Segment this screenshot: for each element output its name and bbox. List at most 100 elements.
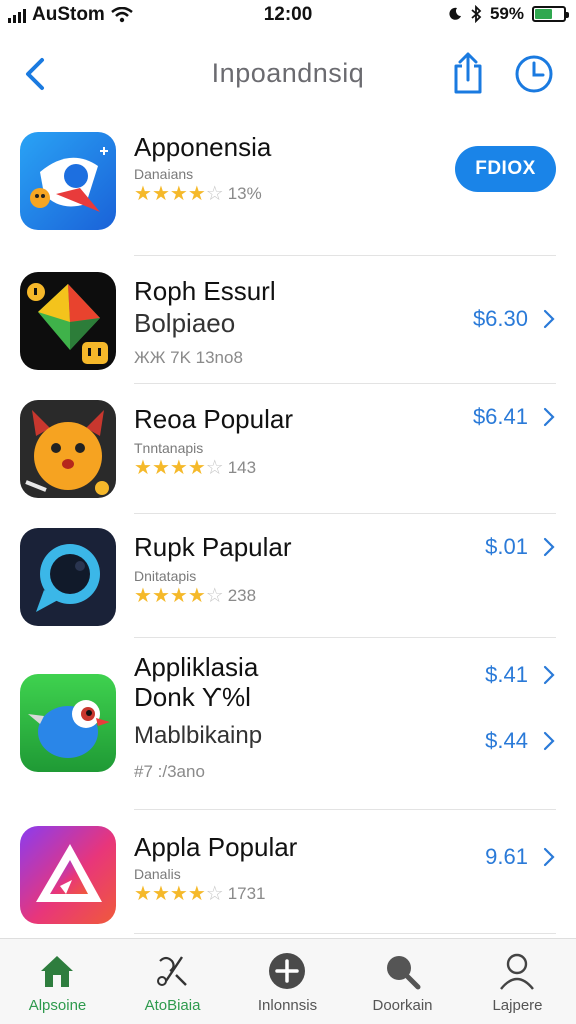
star-filled-icon: ★ [187, 457, 206, 479]
price-button[interactable]: $6.41 [473, 404, 528, 430]
list-item-app-3[interactable]: Reoa Popular Tnntanapis ★ ★ ★ ★ ☆ 143 $6.41 [0, 384, 576, 514]
rating-stars: ★ ★ ★ ★ ☆ [134, 586, 224, 606]
list-item-app-1[interactable]: Apponensia Danaians ★ ★ ★ ★ ☆ 13% FDIOX [0, 110, 576, 256]
chevron-right-icon[interactable] [542, 664, 556, 686]
battery-percent: 59% [489, 4, 524, 23]
tab-label: Lajpere [492, 997, 543, 1014]
star-empty-icon: ☆ [205, 457, 224, 479]
star-filled-icon: ★ [134, 883, 152, 905]
star-filled-icon: ★ [134, 585, 152, 607]
app-icon-2 [20, 272, 116, 370]
app-subname: Donk Ƴ%l [134, 682, 251, 712]
tools-icon [157, 956, 187, 986]
tab-label: Alpsoine [28, 997, 87, 1014]
chevron-right-icon[interactable] [542, 406, 556, 428]
star-filled-icon: ★ [134, 183, 152, 205]
app-subtitle: Tnntanapis [134, 440, 204, 456]
app-rating-text: ЖЖ 7K 13no8 [134, 348, 243, 368]
star-filled-icon: ★ [134, 457, 152, 479]
page-title: Inpoandnsiq [211, 58, 365, 88]
tab-search[interactable]: Doorkain [345, 939, 460, 1024]
add-circle-icon [269, 953, 305, 989]
rating-count: 143 [227, 458, 257, 477]
star-filled-icon: ★ [151, 585, 170, 607]
rating-count: 1731 [227, 884, 266, 903]
chevron-right-icon[interactable] [542, 730, 556, 752]
rating-text: #7 :/3ano [134, 762, 205, 781]
star-filled-icon: ★ [169, 183, 188, 205]
chevron-right-icon[interactable] [542, 308, 556, 330]
list-item-app-2[interactable]: Roph Essurl Bolpiaeo ЖЖ 7K 13no8 $6.30 [0, 256, 576, 384]
app-icon-6 [20, 826, 116, 924]
app-name: Rupk Papular [134, 532, 292, 562]
chevron-right-icon[interactable] [542, 536, 556, 558]
app-rating: ★ ★ ★ ★ ☆ 143 [134, 458, 256, 478]
star-filled-icon: ★ [169, 585, 188, 607]
home-icon [41, 956, 73, 987]
app-subname: Bolpiaeo [134, 308, 236, 338]
rating-stars: ★ ★ ★ ★ ☆ [134, 184, 224, 204]
app-rating: ★ ★ ★ ★ ☆ 238 [134, 586, 256, 606]
status-right: 59% [448, 4, 569, 24]
app-rating-text: #7 :/3ano [134, 762, 205, 782]
tab-home[interactable]: Alpsoine [0, 939, 115, 1024]
share-icon[interactable] [448, 50, 488, 96]
app-name: Apponensia [134, 132, 272, 162]
tab-label: AtoBiaia [144, 997, 201, 1014]
app-name: Roph Essurl [134, 276, 276, 306]
app-subtitle: Danaians [134, 166, 194, 182]
row-divider [134, 933, 556, 934]
star-empty-icon: ☆ [205, 183, 224, 205]
app-icon-3 [20, 400, 116, 498]
star-filled-icon: ★ [187, 183, 206, 205]
star-filled-icon: ★ [151, 183, 170, 205]
tab-add[interactable]: Inlonnsis [230, 939, 345, 1024]
navigation-bar: Inpoandnsiq [0, 44, 576, 104]
battery-icon [532, 6, 569, 22]
rating-text: ЖЖ 7K 13no8 [134, 348, 243, 367]
price-button[interactable]: $.01 [485, 534, 528, 560]
app-rating: ★ ★ ★ ★ ☆ 13% [134, 184, 262, 204]
price-button[interactable]: $.41 [485, 662, 528, 688]
app-subtitle: Dnitatapis [134, 568, 197, 584]
star-filled-icon: ★ [151, 883, 170, 905]
status-bar: AuStom 12:00 59% [0, 0, 576, 30]
app-rating: ★ ★ ★ ★ ☆ 1731 [134, 884, 266, 904]
profile-icon [500, 953, 534, 990]
tab-tools[interactable]: AtoBiaia [115, 939, 230, 1024]
app-name: Appliklasia [134, 652, 259, 682]
app-subtitle: Danalis [134, 866, 181, 882]
tab-profile[interactable]: Lajpere [460, 939, 575, 1024]
list-item-app-6[interactable]: Appla Popular Danalis ★ ★ ★ ★ ☆ 1731 9.61 [0, 810, 576, 934]
chevron-right-icon[interactable] [542, 846, 556, 868]
price-button[interactable]: $6.30 [473, 306, 528, 332]
rating-count: 13% [227, 184, 262, 203]
star-filled-icon: ★ [169, 883, 188, 905]
app-icon-1 [20, 132, 116, 230]
tab-bar: Alpsoine AtoBiaia Inlonnsis Doorkain Laj… [0, 938, 576, 1024]
app-name: Appla Popular [134, 832, 298, 862]
clock-icon[interactable] [512, 52, 556, 96]
moon-icon [449, 7, 461, 20]
tab-label: Inlonnsis [257, 997, 318, 1014]
star-filled-icon: ★ [187, 585, 206, 607]
rating-stars: ★ ★ ★ ★ ☆ [134, 884, 224, 904]
install-button[interactable]: FDIOX [455, 146, 556, 192]
star-empty-icon: ☆ [205, 585, 224, 607]
bluetooth-icon [471, 5, 482, 23]
app-name: Reoa Popular [134, 404, 293, 434]
app-icon-5 [20, 674, 116, 772]
price-button[interactable]: 9.61 [485, 844, 528, 870]
app-subname-2: Mablbikainp [134, 722, 263, 749]
tab-label: Doorkain [372, 997, 433, 1014]
app-icon-4 [20, 528, 116, 626]
list-item-app-4[interactable]: Rupk Papular Dnitatapis ★ ★ ★ ★ ☆ 238 $.01 [0, 514, 576, 638]
list-item-app-5[interactable]: Appliklasia Donk Ƴ%l Mablbikainp #7 :/3a… [0, 638, 576, 810]
star-filled-icon: ★ [187, 883, 206, 905]
star-filled-icon: ★ [151, 457, 170, 479]
rating-count: 238 [227, 586, 257, 605]
rating-stars: ★ ★ ★ ★ ☆ [134, 458, 224, 478]
star-filled-icon: ★ [169, 457, 188, 479]
price-button-2[interactable]: $.44 [485, 728, 528, 754]
battery-level [535, 9, 552, 19]
